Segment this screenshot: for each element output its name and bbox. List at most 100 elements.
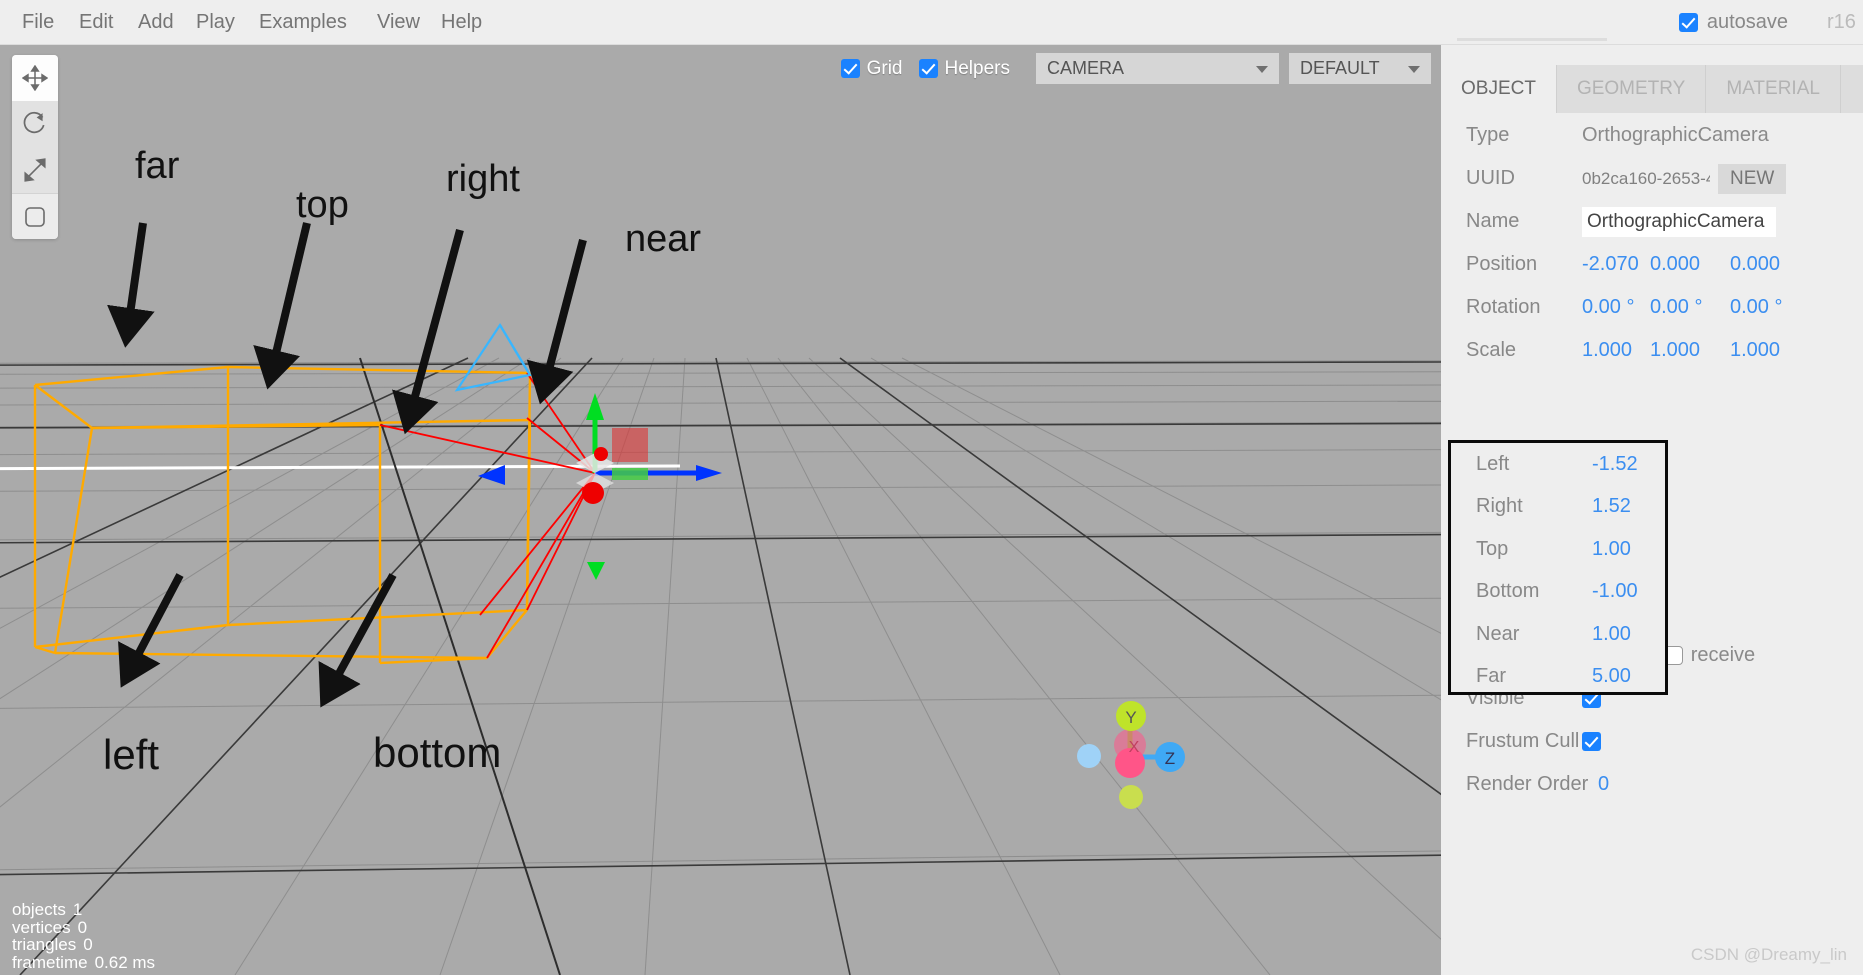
row-frustum-cull: Frustum Cull [1441,720,1863,763]
grid-toggle[interactable]: Grid [840,57,903,80]
row-left: Left -1.52 [1451,443,1665,486]
stat-objects-value: 1 [72,900,83,919]
tab-material[interactable]: MATERIAL [1706,65,1841,113]
watermark: CSDN @Dreamy_lin [1690,945,1847,964]
type-label: Type [1466,124,1510,146]
annotation-near: near [625,218,702,260]
name-label: Name [1466,210,1520,232]
uuid-new-button[interactable]: NEW [1718,163,1787,194]
right-value[interactable]: 1.52 [1592,495,1631,518]
menu-file[interactable]: File [8,0,68,45]
annotation-bottom: bottom [373,729,502,776]
camera-select-value: CAMERA [1047,58,1125,78]
autosave-label: autosave [1706,10,1788,33]
shading-select-value: DEFAULT [1300,58,1380,78]
stat-triangles-value: 0 [83,935,93,954]
scale-y[interactable]: 1.000 [1650,339,1730,362]
stat-vertices: vertices 0 [12,917,155,937]
annotation-right: right [446,158,520,200]
helpers-checkbox[interactable] [918,59,938,78]
viewport[interactable]: Y X Z Grid Helpers CAMERA DEFAULT far to… [0,45,1441,975]
stat-frametime: frametime 0.62 ms [12,952,155,972]
annotation-top: top [296,184,349,226]
near-label: Near [1476,622,1520,645]
svg-text:Z: Z [1165,749,1175,768]
rotation-label: Rotation [1466,296,1541,318]
grid-label: Grid [866,57,903,79]
menu-examples[interactable]: Examples [245,0,361,45]
stat-vertices-value: 0 [77,917,88,937]
top-value[interactable]: 1.00 [1592,538,1631,561]
scale-tool-button[interactable] [12,147,58,193]
stat-vertices-label: vertices [12,917,71,937]
camera-select[interactable]: CAMERA [1036,53,1279,84]
menu-play[interactable]: Play [182,0,249,45]
scale-icon [24,158,46,182]
translate-tool-button[interactable] [12,55,58,101]
rotate-tool-button[interactable] [12,101,58,147]
helpers-label: Helpers [944,57,1010,79]
menu-edit[interactable]: Edit [65,0,127,45]
shading-select[interactable]: DEFAULT [1289,53,1431,84]
row-top: Top 1.00 [1451,528,1665,571]
rotation-x[interactable]: 0.00 ° [1582,296,1650,319]
helpers-toggle[interactable]: Helpers [918,57,1010,80]
menu-view[interactable]: View [363,0,434,45]
far-label: Far [1476,665,1506,688]
left-value[interactable]: -1.52 [1592,453,1638,476]
rotate-icon [23,111,45,134]
row-scale: Scale 1.000 1.000 1.000 [1441,329,1863,372]
shadow-receive-control[interactable]: receive [1663,644,1756,667]
stat-objects-label: objects [12,900,66,919]
left-label: Left [1476,452,1510,475]
svg-text:X: X [1129,739,1140,756]
name-input[interactable] [1582,206,1776,237]
type-value: OrthographicCamera [1582,124,1769,146]
far-value[interactable]: 5.00 [1592,665,1631,688]
viewport-canvas[interactable]: Y X Z [0,45,1441,975]
sidebar-tabs: OBJECT GEOMETRY MATERIAL [1441,65,1863,113]
camera-up-cone [454,322,532,392]
scale-x[interactable]: 1.000 [1582,339,1650,362]
annotation-far: far [135,145,180,187]
autosave-control[interactable]: autosave [1678,9,1788,35]
rotation-z[interactable]: 0.00 ° [1730,296,1798,319]
menu-add[interactable]: Add [124,0,188,45]
sidebar-separator [1457,38,1607,41]
tab-extra[interactable] [1840,65,1863,113]
square-icon [25,206,45,227]
row-bottom: Bottom -1.00 [1451,571,1665,614]
row-type: Type OrthographicCamera [1441,114,1863,157]
frustum-cull-checkbox[interactable] [1582,732,1601,751]
stat-frametime-label: frametime [12,952,88,972]
scale-label: Scale [1466,339,1517,361]
row-far: Far 5.00 [1451,656,1665,699]
position-y[interactable]: 0.000 [1650,253,1730,276]
annotation-left: left [103,731,160,778]
chevron-down-icon [1256,65,1268,73]
position-label: Position [1466,253,1538,275]
menu-help[interactable]: Help [427,0,496,45]
rotation-y[interactable]: 0.00 ° [1650,296,1730,319]
shadow-receive-label: receive [1690,644,1756,666]
uuid-value: 0b2ca160-2653-4a [1582,168,1710,188]
position-z[interactable]: 0.000 [1730,253,1798,276]
render-order-value[interactable]: 0 [1598,773,1609,796]
grid-checkbox[interactable] [840,59,860,78]
position-x[interactable]: -2.070 [1582,253,1650,276]
chevron-down-icon [1408,65,1420,73]
right-label: Right [1476,495,1523,518]
bottom-value[interactable]: -1.00 [1592,580,1638,603]
annotation-arrows [107,222,587,708]
transform-space-toggle[interactable] [12,193,58,239]
autosave-checkbox[interactable] [1678,12,1698,32]
row-rotation: Rotation 0.00 ° 0.00 ° 0.00 ° [1441,286,1863,329]
tab-object[interactable]: OBJECT [1441,65,1557,113]
row-position: Position -2.070 0.000 0.000 [1441,243,1863,286]
near-value[interactable]: 1.00 [1592,623,1631,646]
tab-geometry[interactable]: GEOMETRY [1556,65,1707,113]
row-name: Name [1441,200,1863,243]
stat-triangles: triangles 0 [12,936,155,954]
svg-text:Y: Y [1125,708,1136,727]
scale-z[interactable]: 1.000 [1730,339,1798,362]
